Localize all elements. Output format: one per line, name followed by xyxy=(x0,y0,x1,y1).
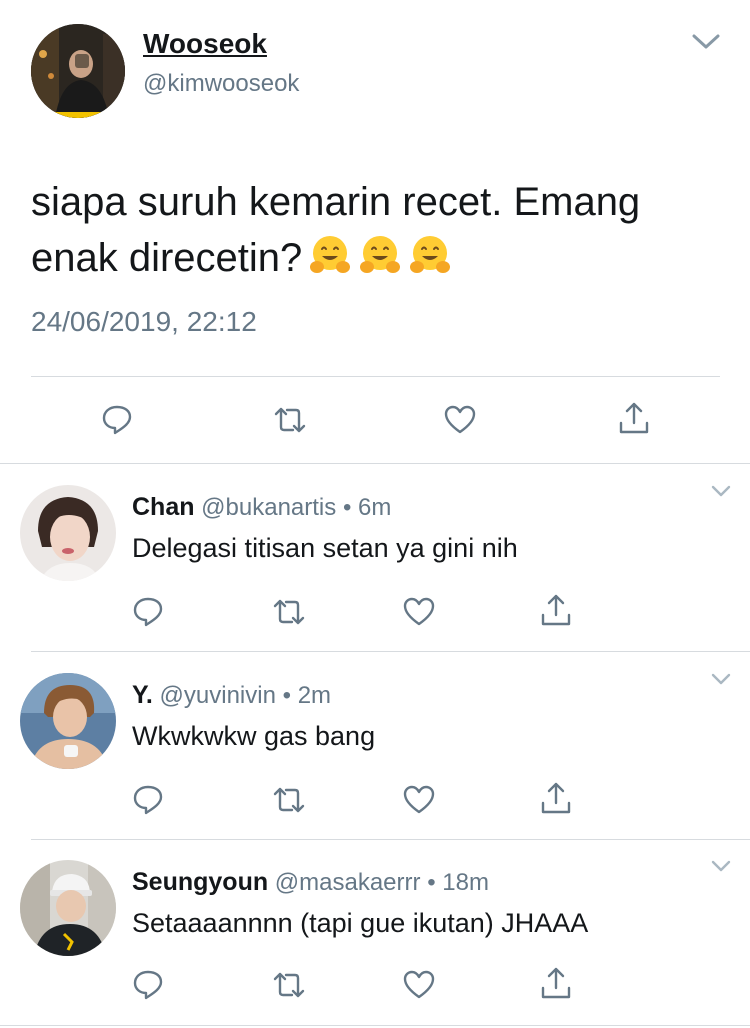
divider xyxy=(31,651,750,652)
divider xyxy=(0,1025,750,1026)
reply-tweet[interactable]: Chan @bukanartis • 6m Delegasi titisan s… xyxy=(0,465,750,651)
reply-tweet[interactable]: Seungyoun @masakaerrr • 18m Setaaaannnn … xyxy=(0,840,750,1026)
avatar[interactable] xyxy=(31,24,125,118)
reply-text: Wkwkwkw gas bang xyxy=(132,721,376,751)
heart-icon[interactable] xyxy=(443,403,477,437)
retweet-icon[interactable] xyxy=(272,783,306,817)
retweet-icon[interactable] xyxy=(273,403,307,437)
divider xyxy=(31,376,720,377)
reply-text: Setaaaannnn (tapi gue ikutan) JHAAA xyxy=(132,908,589,938)
share-icon[interactable] xyxy=(539,593,573,627)
relative-time: 18m xyxy=(442,869,489,896)
heart-icon[interactable] xyxy=(402,783,436,817)
chevron-down-icon[interactable] xyxy=(711,673,731,685)
reply-tweet[interactable]: Y. @yuvinivin • 2m Wkwkwkw gas bang xyxy=(0,653,750,839)
display-name[interactable]: Seungyoun xyxy=(132,868,268,896)
user-handle[interactable]: @masakaerrr xyxy=(275,869,421,896)
chevron-down-icon[interactable] xyxy=(692,34,720,50)
hugging-face-icon xyxy=(358,233,402,277)
share-icon[interactable] xyxy=(539,781,573,815)
relative-time: 2m xyxy=(297,682,332,709)
retweet-icon[interactable] xyxy=(272,968,306,1002)
reply-icon[interactable] xyxy=(131,783,165,817)
tweet-text: siapa suruh kemarin recet. Emang enak di… xyxy=(31,174,711,286)
heart-icon[interactable] xyxy=(402,968,436,1002)
heart-icon[interactable] xyxy=(402,595,436,629)
display-name[interactable]: Chan xyxy=(132,493,195,521)
display-name[interactable]: Wooseok xyxy=(143,28,267,60)
relative-time: 6m xyxy=(358,494,392,521)
share-icon[interactable] xyxy=(539,966,573,1000)
hugging-face-icon xyxy=(308,233,352,277)
reply-icon[interactable] xyxy=(131,595,165,629)
reply-text: Delegasi titisan setan ya gini nih xyxy=(132,533,518,563)
meta-separator: • xyxy=(427,869,436,896)
reply-meta: Chan @bukanartis • 6m xyxy=(132,493,391,522)
chevron-down-icon[interactable] xyxy=(711,485,731,497)
meta-separator: • xyxy=(342,494,352,521)
meta-separator: • xyxy=(282,682,292,709)
user-handle[interactable]: @kimwooseok xyxy=(143,70,299,98)
tweet-timestamp: 24/06/2019, 22:12 xyxy=(31,306,257,337)
main-tweet: Wooseok @kimwooseok siapa suruh kemarin … xyxy=(0,0,750,463)
display-name[interactable]: Y. xyxy=(132,681,153,709)
user-handle[interactable]: @yuvinivin xyxy=(160,682,276,709)
user-handle[interactable]: @bukanartis xyxy=(201,494,336,521)
avatar[interactable] xyxy=(20,673,116,769)
reply-icon[interactable] xyxy=(100,403,134,437)
chevron-down-icon[interactable] xyxy=(711,860,731,872)
reply-meta: Seungyoun @masakaerrr • 18m xyxy=(132,868,489,897)
retweet-icon[interactable] xyxy=(272,595,306,629)
avatar[interactable] xyxy=(20,485,116,581)
reply-meta: Y. @yuvinivin • 2m xyxy=(132,681,331,710)
avatar[interactable] xyxy=(20,860,116,956)
share-icon[interactable] xyxy=(617,401,651,435)
divider xyxy=(0,463,750,464)
reply-icon[interactable] xyxy=(131,968,165,1002)
hugging-face-icon xyxy=(408,233,452,277)
